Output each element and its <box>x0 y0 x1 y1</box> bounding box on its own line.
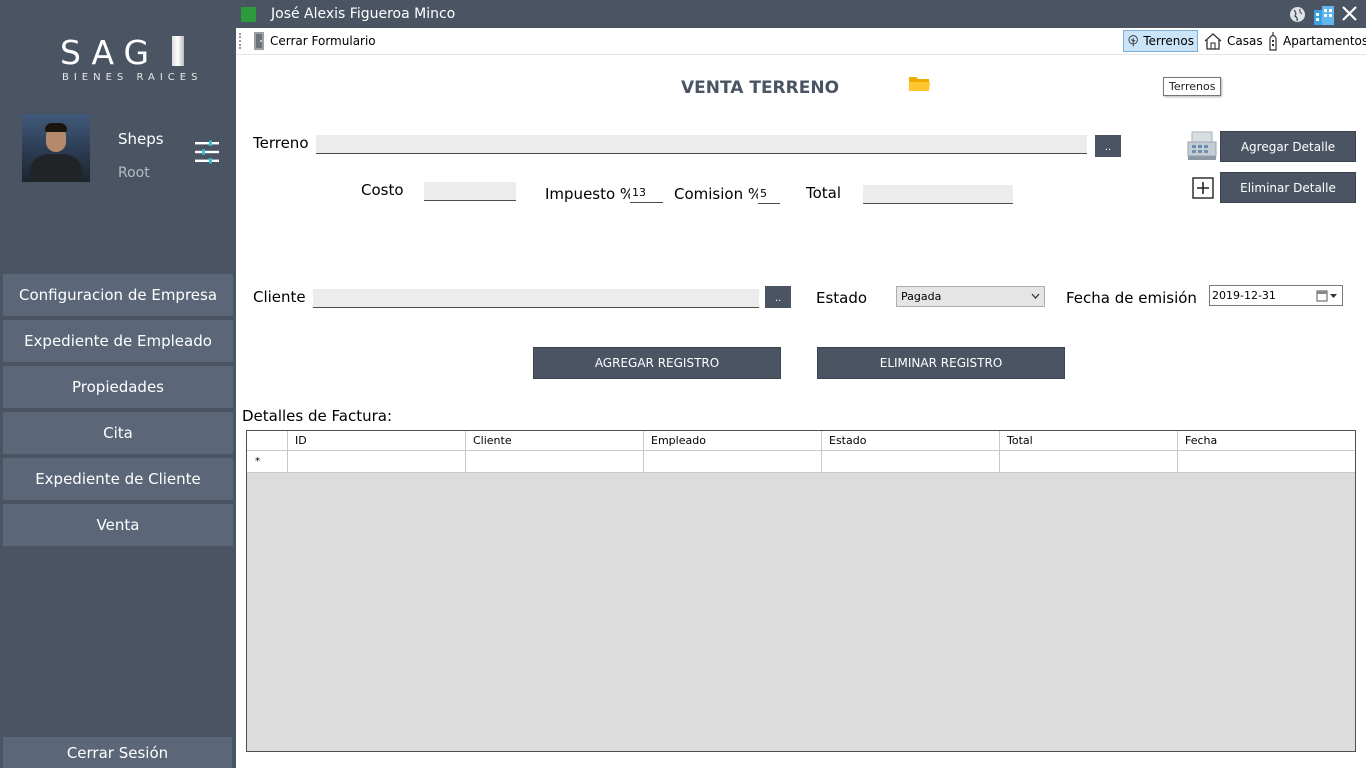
details-label: Detalles de Factura: <box>242 407 393 425</box>
tab-terrenos-label: Terrenos <box>1143 34 1194 48</box>
estado-label: Estado <box>816 289 868 307</box>
add-detail-button[interactable]: Agregar Detalle <box>1220 131 1356 162</box>
total-field[interactable] <box>863 185 1013 204</box>
table-row-new[interactable]: * <box>247 451 1355 473</box>
avatar <box>22 114 90 182</box>
column-header-fecha[interactable]: Fecha <box>1178 431 1355 450</box>
cash-register-icon <box>1187 131 1217 160</box>
app-window: SAG BIENES RAICES Sheps Root Configuraci… <box>0 0 1366 768</box>
tab-apartamentos-label: Apartamentos <box>1283 34 1366 48</box>
costo-label: Costo <box>361 181 404 199</box>
toolbar-grip <box>239 33 241 49</box>
invoice-details-grid[interactable]: ID Cliente Empleado Estado Total Fecha * <box>246 430 1356 752</box>
user-name: Sheps <box>118 130 164 148</box>
tree-icon <box>1128 35 1138 47</box>
table-cell[interactable] <box>644 451 822 472</box>
nav-configuracion-empresa[interactable]: Configuracion de Empresa <box>3 274 233 316</box>
user-role: Root <box>118 165 150 181</box>
cliente-field[interactable] <box>313 289 759 308</box>
logo-subtitle: BIENES RAICES <box>62 72 203 83</box>
column-header-id[interactable]: ID <box>288 431 466 450</box>
estado-select[interactable]: Pagada <box>896 286 1045 307</box>
total-label: Total <box>806 184 842 202</box>
table-cell[interactable] <box>1000 451 1178 472</box>
costo-field[interactable] <box>424 182 516 201</box>
table-cell[interactable] <box>1178 451 1355 472</box>
plus-box-icon[interactable] <box>1192 177 1214 199</box>
tab-casas[interactable]: Casas <box>1200 30 1266 52</box>
fecha-label: Fecha de emisión <box>1066 289 1197 307</box>
fecha-value: 2019-12-31 <box>1212 289 1276 302</box>
form-title: VENTA TERRENO <box>681 78 840 98</box>
house-icon <box>1204 33 1222 50</box>
table-cell[interactable] <box>466 451 644 472</box>
new-row-marker: * <box>247 451 288 472</box>
folder-icon[interactable] <box>908 74 931 92</box>
logo-text: SAG <box>60 33 160 72</box>
column-header-cliente[interactable]: Cliente <box>466 431 644 450</box>
nav-expediente-empleado[interactable]: Expediente de Empleado <box>3 320 233 362</box>
add-record-button[interactable]: AGREGAR REGISTRO <box>533 347 781 379</box>
remove-record-button[interactable]: ELIMINAR REGISTRO <box>817 347 1065 379</box>
settings-sliders-icon[interactable] <box>195 140 219 164</box>
logo-mark <box>172 36 184 66</box>
table-cell[interactable] <box>822 451 1000 472</box>
estado-value: Pagada <box>901 290 942 303</box>
nav-propiedades[interactable]: Propiedades <box>3 366 233 408</box>
terreno-browse-button[interactable]: .. <box>1095 135 1121 157</box>
chevron-down-icon <box>1031 293 1040 299</box>
row-header-cell <box>247 431 288 450</box>
globe-icon[interactable] <box>1289 6 1306 23</box>
close-form-button[interactable]: Cerrar Formulario <box>249 30 379 52</box>
close-icon[interactable] <box>1342 6 1357 21</box>
fecha-date-picker[interactable]: 2019-12-31 <box>1209 285 1343 306</box>
title-bar: José Alexis Figueroa Minco <box>236 0 1366 28</box>
tab-terrenos[interactable]: Terrenos <box>1123 30 1198 52</box>
tooltip: Terrenos <box>1163 77 1222 96</box>
close-form-label: Cerrar Formulario <box>270 34 376 48</box>
column-header-total[interactable]: Total <box>1000 431 1178 450</box>
grid-header: ID Cliente Empleado Estado Total Fecha <box>247 431 1355 451</box>
nav-expediente-cliente[interactable]: Expediente de Cliente <box>3 458 233 500</box>
cliente-label: Cliente <box>253 288 306 306</box>
tab-apartamentos[interactable]: Apartamentos <box>1264 30 1366 52</box>
calendar-icon <box>1316 290 1337 302</box>
impuesto-field[interactable]: 13 <box>630 184 663 203</box>
tower-icon <box>1269 32 1277 51</box>
comision-field[interactable]: 5 <box>758 185 780 204</box>
comision-label: Comision % <box>674 185 763 203</box>
toolbar: Cerrar Formulario Terrenos Casas Apartam… <box>236 28 1366 55</box>
impuesto-label: Impuesto % <box>545 185 635 203</box>
app-icon <box>241 7 256 22</box>
column-header-empleado[interactable]: Empleado <box>644 431 822 450</box>
table-cell[interactable] <box>288 451 466 472</box>
terreno-field[interactable] <box>316 135 1087 154</box>
window-title: José Alexis Figueroa Minco <box>271 6 456 22</box>
tab-casas-label: Casas <box>1227 34 1263 48</box>
column-header-estado[interactable]: Estado <box>822 431 1000 450</box>
cliente-browse-button[interactable]: .. <box>765 286 791 308</box>
door-icon <box>254 32 264 50</box>
terreno-label: Terreno <box>253 134 309 152</box>
nav-cita[interactable]: Cita <box>3 412 233 454</box>
building-icon[interactable] <box>1313 4 1335 26</box>
logout-button[interactable]: Cerrar Sesión <box>3 737 232 768</box>
remove-detail-button[interactable]: Eliminar Detalle <box>1220 172 1356 203</box>
sale-form: VENTA TERRENO Terrenos Terreno .. Agrega… <box>236 55 1366 768</box>
nav-venta[interactable]: Venta <box>3 504 233 546</box>
sidebar: SAG BIENES RAICES Sheps Root Configuraci… <box>0 0 236 768</box>
